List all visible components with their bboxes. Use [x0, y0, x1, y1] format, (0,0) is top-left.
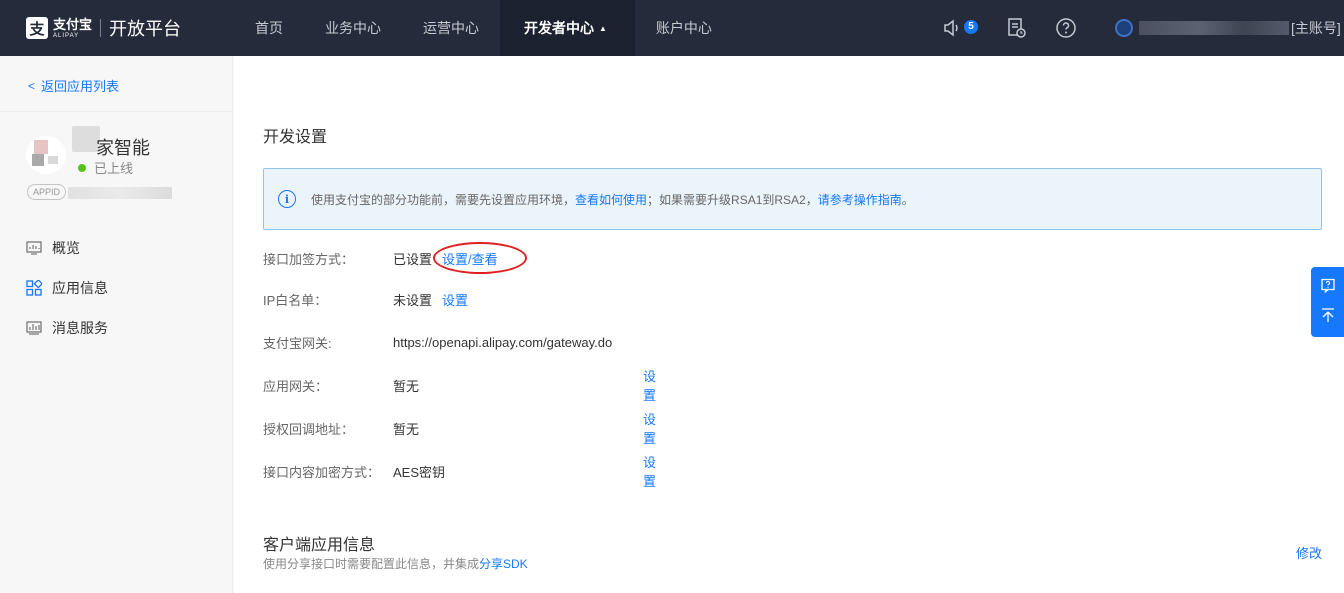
account-menu[interactable]: [主账号] [1115, 18, 1341, 38]
sidebar-item-message-service[interactable]: 消息服务 [0, 308, 233, 348]
sidebar-item-app-info[interactable]: 应用信息 [0, 268, 233, 308]
nav-account-center[interactable]: 账户中心 [635, 0, 733, 56]
top-navigation-bar: 支 支付宝 ALIPAY 开放平台 首页 业务中心 运营中心 开发者中心 ▲ 账户… [0, 0, 1344, 56]
sidebar: < 返回应用列表 家智能 已上线 APPID 概览 应用信息 消息服务 [0, 56, 233, 593]
logo-divider [100, 19, 102, 37]
app-avatar [26, 136, 66, 174]
settings-row-callback-url: 授权回调地址： 暂无 设置 [263, 412, 656, 446]
settings-row-ip-whitelist: IP白名单： 未设置 设置 [263, 289, 468, 309]
annotation-circle [433, 242, 527, 274]
caret-up-icon: ▲ [599, 23, 607, 33]
back-to-app-list-link[interactable]: < 返回应用列表 [28, 76, 119, 95]
account-type-label: [主账号] [1291, 20, 1341, 36]
client-app-info-title: 客户端应用信息 [263, 537, 376, 554]
ip-whitelist-set-link[interactable]: 设置 [442, 290, 468, 309]
divider [0, 111, 233, 112]
nav-business-center[interactable]: 业务中心 [304, 0, 402, 56]
grid-icon [25, 279, 43, 297]
info-notice: i 使用支付宝的部分功能前，需要先设置应用环境，查看如何使用；如果需要升级RSA… [263, 168, 1322, 230]
speaker-icon[interactable]: 5 [940, 16, 978, 40]
notification-badge: 5 [964, 20, 978, 34]
feedback-icon[interactable] [1320, 278, 1336, 297]
floating-help-panel [1311, 267, 1344, 337]
alipay-logo[interactable]: 支 支付宝 ALIPAY 开放平台 [26, 14, 181, 42]
nav-developer-center[interactable]: 开发者中心 ▲ [500, 0, 635, 56]
top-icon-group: 5 [940, 0, 1104, 56]
alipay-logo-icon: 支 [26, 17, 48, 39]
settings-row-encryption: 接口内容加密方式： AES密钥 设置 [263, 455, 656, 489]
avatar [1115, 19, 1133, 37]
main-content: 开发设置 i 使用支付宝的部分功能前，需要先设置应用环境，查看如何使用；如果需要… [234, 56, 1344, 593]
share-sdk-link[interactable]: 分享SDK [479, 557, 528, 571]
chevron-left-icon: < [28, 78, 36, 93]
app-name: 家智能 [96, 138, 150, 158]
info-icon: i [278, 190, 296, 208]
account-name-redacted [1139, 21, 1289, 35]
app-gateway-set-link[interactable]: 设置 [643, 366, 656, 404]
app-status: 已上线 [78, 158, 133, 177]
back-to-top-icon[interactable] [1320, 307, 1336, 326]
logo-text-cn: 支付宝 [53, 16, 93, 32]
section-title-dev-settings: 开发设置 [263, 129, 328, 146]
chart-icon [25, 319, 43, 337]
document-clock-icon[interactable] [1004, 16, 1028, 40]
settings-row-app-gateway: 应用网关： 暂无 设置 [263, 369, 656, 403]
help-icon[interactable] [1054, 16, 1078, 40]
sidebar-menu: 概览 应用信息 消息服务 [0, 228, 233, 348]
nav-home[interactable]: 首页 [234, 0, 304, 56]
operation-guide-link[interactable]: 请参考操作指南 [818, 193, 902, 207]
main-nav: 首页 业务中心 运营中心 开发者中心 ▲ 账户中心 [234, 0, 733, 56]
callback-url-set-link[interactable]: 设置 [643, 409, 656, 447]
logo-text-en: ALIPAY [53, 32, 80, 39]
online-status-dot [78, 163, 86, 172]
client-app-info-desc: 使用分享接口时需要配置此信息，并集成分享SDK [263, 557, 528, 571]
appid-badge: APPID [27, 184, 67, 200]
encryption-set-link[interactable]: 设置 [643, 452, 656, 490]
monitor-icon [25, 239, 43, 257]
settings-row-gateway: 支付宝网关: https://openapi.alipay.com/gatewa… [263, 334, 613, 351]
sidebar-item-overview[interactable]: 概览 [0, 228, 233, 268]
platform-title: 开放平台 [109, 19, 182, 39]
nav-operations-center[interactable]: 运营中心 [402, 0, 500, 56]
modify-button[interactable]: 修改 [1296, 543, 1322, 562]
how-to-use-link[interactable]: 查看如何使用 [575, 193, 647, 207]
appid-value-redacted [68, 187, 172, 199]
